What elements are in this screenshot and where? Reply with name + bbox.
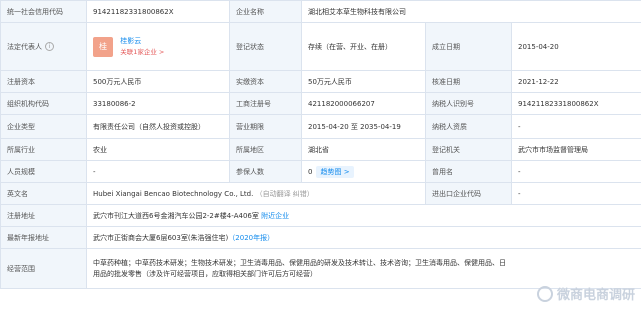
biz-reg-no-label: 工商注册号 bbox=[229, 92, 302, 115]
region-value: 湖北省 bbox=[301, 138, 426, 161]
latest-address-label: 最新年报地址 bbox=[0, 226, 87, 249]
info-icon[interactable]: i bbox=[45, 42, 54, 51]
taxpayer-id-value: 914211823318008​62X bbox=[511, 92, 641, 115]
industry-value: 农业 bbox=[86, 138, 230, 161]
avatar: 桂 bbox=[93, 36, 113, 57]
taxpayer-id-label: 纳税人识别号 bbox=[425, 92, 512, 115]
staff-size-value: - bbox=[86, 160, 230, 183]
english-name-value: Hubei Xiangai Bencao Biotechnology Co., … bbox=[93, 189, 254, 198]
latest-address-cell: 武穴市正街商会大厦6层603室(朱浩强住宅)（2020年报） bbox=[86, 226, 641, 249]
auto-translate-note[interactable]: （自动翻译 纠错） bbox=[256, 190, 314, 198]
est-date-label: 成立日期 bbox=[425, 22, 512, 71]
ie-code-value: - bbox=[511, 182, 641, 205]
insured-cell: 0 趋势图 > bbox=[301, 160, 426, 183]
reg-address-cell: 武穴市刊江大道西6号金湘汽车公园2-2#楼4-A406室 附近企业 bbox=[86, 204, 641, 227]
insured-label: 参保人数 bbox=[229, 160, 302, 183]
nearby-companies-link[interactable]: 附近企业 bbox=[261, 212, 289, 220]
ie-code-label: 进出口企业代码 bbox=[425, 182, 512, 205]
taxpayer-quali-label: 纳税人资质 bbox=[425, 114, 512, 139]
org-code-label: 组织机构代码 bbox=[0, 92, 87, 115]
legal-rep-name-link[interactable]: 桂影云 bbox=[120, 37, 141, 45]
reg-capital-value: 500万元人民币 bbox=[86, 70, 230, 93]
latest-address-value: 武穴市正街商会大厦6层603室(朱浩强住宅) bbox=[93, 233, 229, 242]
approve-date-value: 2021-12-22 bbox=[511, 70, 641, 93]
company-name-label: 企业名称 bbox=[229, 0, 302, 23]
legal-rep-cell: 桂 桂影云 关联1家企业 > bbox=[86, 22, 230, 71]
biz-term-label: 营业期限 bbox=[229, 114, 302, 139]
reg-address-value: 武穴市刊江大道西6号金湘汽车公园2-2#楼4-A406室 bbox=[93, 211, 259, 220]
watermark: 微商电商调研 bbox=[536, 284, 635, 303]
biz-scope-value: 中草药种植；中草药技术研发；生物技术研发；卫生消毒用品、保健用品的研发及技术转让… bbox=[86, 248, 641, 289]
wechat-logo-icon bbox=[536, 285, 553, 302]
former-name-label: 曾用名 bbox=[425, 160, 512, 183]
org-code-value: 33180086-2 bbox=[86, 92, 230, 115]
industry-label: 所属行业 bbox=[0, 138, 87, 161]
company-type-label: 企业类型 bbox=[0, 114, 87, 139]
reg-address-label: 注册地址 bbox=[0, 204, 87, 227]
company-info-table: 统一社会信用代码 914211823318008​62X 企业名称 湖北相艾本草… bbox=[0, 0, 641, 289]
region-label: 所属地区 bbox=[229, 138, 302, 161]
credit-code-label: 统一社会信用代码 bbox=[0, 0, 87, 23]
legal-rep-label: 法定代表人 i bbox=[0, 22, 87, 71]
biz-reg-no-value: 421182000066207 bbox=[301, 92, 426, 115]
former-name-value: - bbox=[511, 160, 641, 183]
approve-date-label: 核准日期 bbox=[425, 70, 512, 93]
reg-status-value: 存续（在营、开业、在册） bbox=[301, 22, 426, 71]
reg-authority-label: 登记机关 bbox=[425, 138, 512, 161]
reg-authority-value: 武穴市市场监督管理局 bbox=[511, 138, 641, 161]
trend-chart-link[interactable]: 趋势图 > bbox=[316, 165, 354, 178]
company-name-value: 湖北相艾本草生物科技有限公司 bbox=[301, 0, 641, 23]
english-name-label: 英文名 bbox=[0, 182, 87, 205]
reg-status-label: 登记状态 bbox=[229, 22, 302, 71]
paid-capital-label: 实缴资本 bbox=[229, 70, 302, 93]
biz-term-value: 2015-04-20 至 2035-04-19 bbox=[301, 114, 426, 139]
taxpayer-quali-value: - bbox=[511, 114, 641, 139]
paid-capital-value: 50万元人民币 bbox=[301, 70, 426, 93]
related-companies-link[interactable]: 关联1家企业 > bbox=[120, 48, 164, 56]
staff-size-label: 人员规模 bbox=[0, 160, 87, 183]
est-date-value: 2015-04-20 bbox=[511, 22, 641, 71]
annual-report-link[interactable]: （2020年报） bbox=[228, 234, 274, 242]
credit-code-value: 914211823318008​62X bbox=[86, 0, 230, 23]
insured-value: 0 bbox=[308, 167, 313, 176]
english-name-cell: Hubei Xiangai Bencao Biotechnology Co., … bbox=[86, 182, 426, 205]
company-type-value: 有限责任公司（自然人投资或控股） bbox=[86, 114, 230, 139]
reg-capital-label: 注册资本 bbox=[0, 70, 87, 93]
biz-scope-label: 经营范围 bbox=[0, 248, 87, 289]
